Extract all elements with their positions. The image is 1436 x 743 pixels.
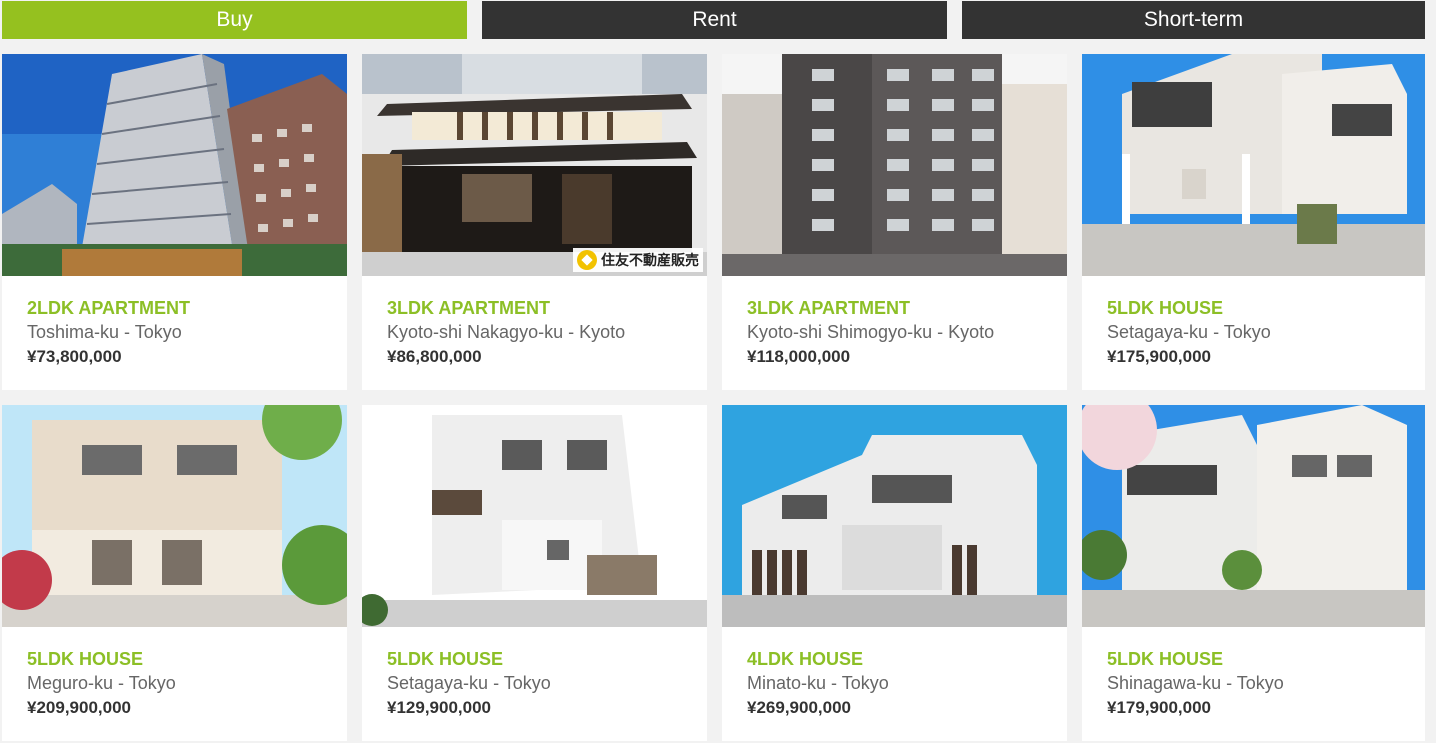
listing-type-tabs: Buy Rent Short-term — [0, 0, 1436, 39]
property-photo — [362, 405, 707, 627]
property-type: 5LDK HOUSE — [387, 649, 504, 669]
property-photo: 住友不動産販売 — [362, 54, 707, 276]
property-price: ¥269,900,000 — [747, 698, 851, 717]
property-price: ¥209,900,000 — [27, 698, 131, 717]
property-type: 5LDK HOUSE — [1107, 649, 1224, 669]
property-card[interactable]: 4LDK HOUSE Minato-ku - Tokyo ¥269,900,00… — [722, 405, 1067, 741]
tab-buy[interactable]: Buy — [2, 1, 467, 39]
property-photo — [722, 54, 1067, 276]
watermark-text: 住友不動産販売 — [601, 252, 699, 268]
tab-short-term[interactable]: Short-term — [962, 1, 1425, 39]
property-type: 3LDK APARTMENT — [747, 298, 910, 318]
property-card[interactable]: 5LDK HOUSE Setagaya-ku - Tokyo ¥129,900,… — [362, 405, 707, 741]
property-price: ¥86,800,000 — [387, 347, 482, 366]
property-location: Setagaya-ku - Tokyo — [1107, 322, 1271, 342]
property-location: Kyoto-shi Shimogyo-ku - Kyoto — [747, 322, 995, 342]
property-location: Setagaya-ku - Tokyo — [387, 673, 551, 693]
property-card[interactable]: 2LDK APARTMENT Toshima-ku - Tokyo ¥73,80… — [2, 54, 347, 390]
property-location: Minato-ku - Tokyo — [747, 673, 889, 693]
property-location: Shinagawa-ku - Tokyo — [1107, 673, 1284, 693]
property-photo — [2, 405, 347, 627]
property-photo — [1082, 405, 1425, 627]
property-price: ¥118,000,000 — [747, 347, 851, 366]
property-photo — [1082, 54, 1425, 276]
property-type: 3LDK APARTMENT — [387, 298, 550, 318]
property-type: 5LDK HOUSE — [27, 649, 144, 669]
company-logo-icon — [577, 250, 597, 270]
property-location: Kyoto-shi Nakagyo-ku - Kyoto — [387, 322, 626, 342]
property-price: ¥129,900,000 — [387, 698, 491, 717]
property-type: 4LDK HOUSE — [747, 649, 864, 669]
property-card[interactable]: 住友不動産販売 3LDK APARTMENT Kyoto-shi Nakagyo… — [362, 54, 707, 390]
property-price: ¥179,900,000 — [1107, 698, 1211, 717]
property-card[interactable]: 5LDK HOUSE Shinagawa-ku - Tokyo ¥179,900… — [1082, 405, 1425, 741]
property-card[interactable]: 5LDK HOUSE Setagaya-ku - Tokyo ¥175,900,… — [1082, 54, 1425, 390]
property-type: 5LDK HOUSE — [1107, 298, 1224, 318]
property-price: ¥175,900,000 — [1107, 347, 1211, 366]
property-location: Toshima-ku - Tokyo — [27, 322, 182, 342]
property-card[interactable]: 3LDK APARTMENT Kyoto-shi Shimogyo-ku - K… — [722, 54, 1067, 390]
property-photo — [2, 54, 347, 276]
watermark-logo: 住友不動産販売 — [573, 248, 703, 272]
property-price: ¥73,800,000 — [27, 347, 122, 366]
tab-rent[interactable]: Rent — [482, 1, 947, 39]
property-card[interactable]: 5LDK HOUSE Meguro-ku - Tokyo ¥209,900,00… — [2, 405, 347, 741]
property-photo — [722, 405, 1067, 627]
property-location: Meguro-ku - Tokyo — [27, 673, 176, 693]
property-type: 2LDK APARTMENT — [27, 298, 190, 318]
